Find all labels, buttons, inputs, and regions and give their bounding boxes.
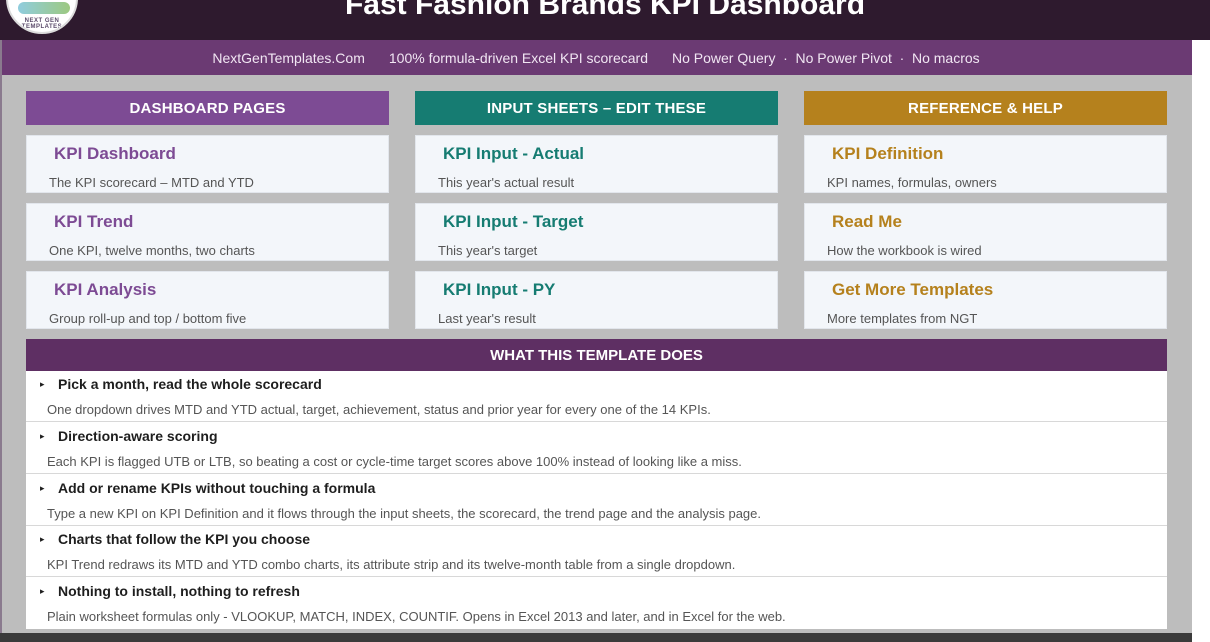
site-link[interactable]: NextGenTemplates.Com (212, 50, 365, 66)
input-sheets-heading: INPUT SHEETS – EDIT THESE (415, 91, 778, 125)
feature-item: ▸ Pick a month, read the whole scorecard … (26, 371, 1167, 422)
card-title[interactable]: KPI Input - Target (443, 212, 583, 232)
feature-title: Nothing to install, nothing to refresh (58, 583, 300, 599)
card-title[interactable]: KPI Analysis (54, 280, 156, 300)
feature-item: ▸ Charts that follow the KPI you choose K… (26, 526, 1167, 577)
dot-separator: · (899, 49, 905, 66)
nav-card-kpi-input-py[interactable]: KPI Input - PY Last year's result (415, 271, 778, 329)
bullet-icon: ▸ (40, 534, 45, 544)
bottom-edge (0, 633, 1192, 642)
bullet-icon: ▸ (40, 431, 45, 441)
card-description: Group roll-up and top / bottom five (49, 311, 247, 326)
nav-card-kpi-input-target[interactable]: KPI Input - Target This year's target (415, 203, 778, 261)
note-no-power-pivot: No Power Pivot (795, 49, 892, 66)
feature-description: Each KPI is flagged UTB or LTB, so beati… (47, 454, 742, 469)
feature-item: ▸ Add or rename KPIs without touching a f… (26, 475, 1167, 526)
nav-card-kpi-definition[interactable]: KPI Definition KPI names, formulas, owne… (804, 135, 1167, 193)
note-no-power-query: No Power Query (671, 49, 776, 66)
card-title[interactable]: KPI Dashboard (54, 144, 176, 164)
right-edge (1192, 40, 1210, 642)
feature-description: Type a new KPI on KPI Definition and it … (47, 506, 762, 521)
bullet-icon: ▸ (40, 586, 45, 596)
card-title[interactable]: KPI Input - PY (443, 280, 555, 300)
left-edge (0, 40, 2, 642)
reference-help-heading: REFERENCE & HELP (804, 91, 1167, 125)
feature-item: ▸ Direction-aware scoring Each KPI is fla… (26, 423, 1167, 474)
note-no-macros: No macros (911, 49, 980, 66)
card-description: This year's actual result (438, 175, 575, 190)
card-description: This year's target (438, 243, 538, 258)
card-description: The KPI scorecard – MTD and YTD (49, 175, 254, 190)
card-description: How the workbook is wired (827, 243, 982, 258)
nav-card-get-more-templates[interactable]: Get More Templates More templates from N… (804, 271, 1167, 329)
nav-card-read-me[interactable]: Read Me How the workbook is wired (804, 203, 1167, 261)
card-title[interactable]: KPI Trend (54, 212, 133, 232)
nav-card-kpi-analysis[interactable]: KPI Analysis Group roll-up and top / bot… (26, 271, 389, 329)
card-description: More templates from NGT (827, 311, 978, 326)
what-this-template-does-heading: WHAT THIS TEMPLATE DOES (26, 339, 1167, 371)
bullet-icon: ▸ (40, 483, 45, 493)
dot-separator: · (783, 49, 788, 66)
feature-description: Plain worksheet formulas only - VLOOKUP,… (47, 609, 786, 624)
feature-item: ▸ Nothing to install, nothing to refresh … (26, 578, 1167, 629)
info-bar: NextGenTemplates.Com 100% formula-driven… (0, 40, 1192, 75)
nav-card-kpi-dashboard[interactable]: KPI Dashboard The KPI scorecard – MTD an… (26, 135, 389, 193)
card-title[interactable]: KPI Input - Actual (443, 144, 584, 164)
feature-title: Add or rename KPIs without touching a fo… (58, 480, 376, 496)
feature-description: One dropdown drives MTD and YTD actual, … (47, 402, 711, 417)
title-bar: Fast Fashion Brands KPI Dashboard NEXT G… (0, 0, 1210, 40)
card-description: KPI names, formulas, owners (827, 175, 997, 190)
bullet-icon: ▸ (40, 379, 45, 389)
feature-title: Pick a month, read the whole scorecard (58, 376, 322, 392)
dashboard-pages-heading: DASHBOARD PAGES (26, 91, 389, 125)
card-title[interactable]: Get More Templates (832, 280, 993, 300)
feature-description: KPI Trend redraws its MTD and YTD combo … (47, 557, 736, 572)
card-title[interactable]: KPI Definition (832, 144, 943, 164)
dashboard-title: Fast Fashion Brands KPI Dashboard (344, 0, 866, 21)
card-title[interactable]: Read Me (832, 212, 902, 232)
card-description: Last year's result (438, 311, 536, 326)
logo-text: NEXT GEN TEMPLATES (21, 18, 63, 30)
card-description: One KPI, twelve months, two charts (49, 243, 255, 258)
tagline: 100% formula-driven Excel KPI scorecard (388, 49, 648, 66)
feature-list: ▸ Pick a month, read the whole scorecard … (26, 371, 1167, 629)
feature-title: Charts that follow the KPI you choose (58, 531, 311, 547)
nav-card-kpi-trend[interactable]: KPI Trend One KPI, twelve months, two ch… (26, 203, 389, 261)
brand-logo: NEXT GEN TEMPLATES (6, 0, 78, 34)
feature-title: Direction-aware scoring (58, 428, 218, 444)
nav-card-kpi-input-actual[interactable]: KPI Input - Actual This year's actual re… (415, 135, 778, 193)
logo-graphic (18, 2, 70, 14)
